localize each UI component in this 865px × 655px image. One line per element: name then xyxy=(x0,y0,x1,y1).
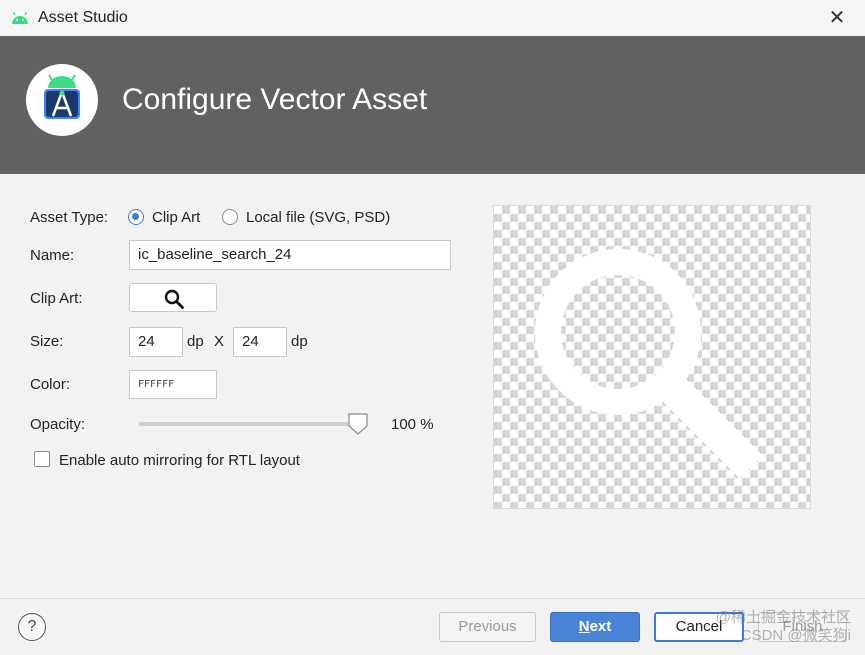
clip-art-button[interactable] xyxy=(129,283,217,312)
search-icon xyxy=(535,249,763,479)
cancel-button[interactable]: Cancel xyxy=(654,612,744,642)
previous-button[interactable]: Previous xyxy=(439,612,536,642)
icon-preview xyxy=(493,205,811,509)
opacity-slider-track[interactable] xyxy=(139,422,365,426)
window-title: Asset Studio xyxy=(38,9,128,26)
opacity-label: Opacity: xyxy=(30,416,86,433)
radio-local-file-label[interactable]: Local file (SVG, PSD) xyxy=(246,209,390,226)
width-unit: dp xyxy=(187,333,204,350)
android-icon xyxy=(12,12,28,24)
rtl-mirroring-label[interactable]: Enable auto mirroring for RTL layout xyxy=(59,452,300,469)
android-studio-logo xyxy=(26,64,98,136)
width-input[interactable]: 24 xyxy=(129,327,183,357)
next-button[interactable]: Next xyxy=(550,612,640,642)
color-field[interactable]: FFFFFF xyxy=(129,370,217,399)
radio-clip-art[interactable] xyxy=(128,209,144,225)
clip-art-label: Clip Art: xyxy=(30,290,83,307)
android-studio-icon xyxy=(44,74,80,119)
name-label: Name: xyxy=(30,247,75,264)
help-button[interactable]: ? xyxy=(18,613,46,641)
opacity-slider-thumb[interactable] xyxy=(348,413,368,435)
asset-type-label: Asset Type: xyxy=(30,209,109,226)
height-unit: dp xyxy=(291,333,308,350)
radio-clip-art-label[interactable]: Clip Art xyxy=(152,209,200,226)
color-label: Color: xyxy=(30,376,71,393)
search-icon xyxy=(164,289,184,309)
help-icon: ? xyxy=(27,618,37,635)
name-input[interactable]: ic_baseline_search_24 xyxy=(129,240,451,270)
close-icon: ✕ xyxy=(828,7,846,29)
opacity-value: 100 % xyxy=(391,416,434,433)
size-label: Size: xyxy=(30,333,64,350)
rtl-mirroring-checkbox[interactable] xyxy=(34,451,50,467)
size-separator: X xyxy=(214,333,225,350)
header-banner: Configure Vector Asset xyxy=(0,36,865,174)
finish-button[interactable]: Finish xyxy=(758,612,847,642)
close-button[interactable]: ✕ xyxy=(822,4,852,32)
radio-local-file[interactable] xyxy=(222,209,238,225)
next-label-rest: ext xyxy=(589,618,612,635)
page-title: Configure Vector Asset xyxy=(122,83,428,116)
height-input[interactable]: 24 xyxy=(233,327,287,357)
footer-divider xyxy=(0,598,865,599)
next-mnemonic: N xyxy=(578,618,590,635)
title-bar: Asset Studio ✕ xyxy=(0,0,865,37)
